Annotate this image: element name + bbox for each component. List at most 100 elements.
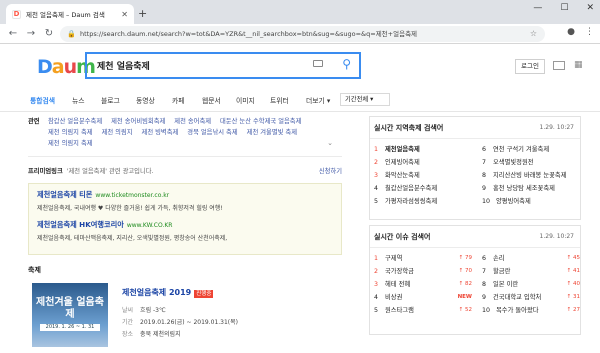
issue-item[interactable]: 6 손리 ↑ 45	[482, 252, 586, 265]
daum-favicon-icon: D	[12, 9, 21, 19]
trend-item[interactable]: 3 화악산눈축제	[374, 169, 478, 182]
related-link[interactable]: 참갑산 얼음분수축제	[48, 118, 102, 125]
issue-item[interactable]: 4 비상권 NEW	[374, 291, 478, 304]
tab-web[interactable]: 웹문서	[202, 95, 221, 105]
festival-poster[interactable]: 제천겨울 얼음축제 2019. 1. 26 ~ 1. 31	[32, 283, 108, 347]
keyboard-icon[interactable]	[313, 60, 323, 67]
trend-item[interactable]: 10 양평빙어축제	[482, 195, 586, 208]
search-tabs: 통합검색 뉴스 블로그 동영상 카페 웹문서 이미지 트위터 더보기 ▾	[0, 87, 600, 112]
poster-date: 2019. 1. 26 ~ 1. 31	[40, 324, 100, 331]
region-title: 실시간 지역축제 검색어	[374, 124, 444, 132]
bookmark-star-icon[interactable]: ☆	[530, 26, 537, 42]
trend-item[interactable]: 1 제천얼음축제	[374, 143, 478, 156]
lock-icon: 🔒	[67, 30, 76, 38]
mail-icon[interactable]	[553, 61, 565, 70]
issue-item[interactable]: 1 구제역 ↑ 79	[374, 252, 478, 265]
powerlink-header: 프리미엄링크 '제천 얼음축제' 관련 광고입니다. 신청하기	[28, 163, 342, 181]
tab-integrated[interactable]: 통합검색	[30, 95, 55, 105]
related-link[interactable]: 제천 의림지 축제	[48, 140, 93, 147]
related-link[interactable]: 제천 빙벽축제	[142, 129, 179, 136]
sidebar: 실시간 지역축제 검색어 1.29. 10:27 1 제천얼음축제 2 인제빙어축제 …	[369, 116, 581, 335]
tab-image[interactable]: 이미지	[236, 95, 255, 105]
issue-item[interactable]: 10 복수가 돌아왔다 ↑ 27	[482, 304, 586, 317]
related-searches: 관련 참갑산 얼음분수축제 제천 송어비빔회축제 제천 송어축제 대둔산 눈산 수학제…	[28, 116, 342, 156]
issue-item[interactable]: 3 헤테 전혜 ↑ 82	[374, 278, 478, 291]
tab-video[interactable]: 동영상	[136, 95, 155, 105]
maximize-icon[interactable]: ☐	[560, 3, 568, 13]
ad-title[interactable]: 제천얼음축제 HK여행코리아	[37, 220, 124, 229]
close-window-icon[interactable]: ✕	[586, 3, 594, 13]
login-button[interactable]: 로그인	[515, 59, 545, 74]
search-input[interactable]: 제천 얼음축제	[97, 59, 150, 72]
main-results: 관련 참갑산 얼음분수축제 제천 송어비빔회축제 제천 송어축제 대둔산 눈산 수학제…	[28, 116, 342, 353]
expand-icon[interactable]: ⌄	[327, 138, 333, 149]
trend-item[interactable]: 9 홍천 낭당탐 세조꽃축제	[482, 182, 586, 195]
tab-blog[interactable]: 블로그	[101, 95, 120, 105]
browser-chrome: D 제천 얼음축제 – Daum 검색 ✕ + — ☐ ✕ ← → ↻ 🔒 ht…	[0, 0, 600, 44]
tab-twitter[interactable]: 트위터	[270, 95, 289, 105]
related-link[interactable]: 대둔산 눈산 수학제국 얼음축제	[220, 118, 301, 125]
ad-title[interactable]: 제천얼음축제 티몬	[37, 190, 92, 199]
ad-domain[interactable]: www.KW.CO.KR	[127, 222, 173, 229]
search-box[interactable]: 제천 얼음축제 ⚲	[85, 52, 361, 79]
issue-title: 실시간 이슈 검색어	[374, 233, 431, 241]
ad-description: 제천얼음축제, 테마산맥음축제, 지리산, 오색빛별정원, 평창송어 산천어축제…	[37, 235, 228, 242]
trend-item[interactable]: 7 오색별빛정원전	[482, 156, 586, 169]
related-link[interactable]: 제천 송어축제	[174, 118, 211, 125]
apply-link[interactable]: 신청하기	[319, 163, 342, 181]
window-controls: — ☐ ✕	[533, 3, 594, 13]
forward-icon[interactable]: →	[22, 28, 40, 39]
issue-item[interactable]: 2 국가장학금 ↑ 70	[374, 265, 478, 278]
ad-description: 제천얼음축제, 국내여행 ♥ 다양한 즐거움! 쉽게 가득, 취향저격 힐링 여…	[37, 205, 223, 212]
related-link[interactable]: 제천 겨울별빛 축제	[247, 129, 297, 136]
toolbar-icons: ● ⋮	[567, 27, 594, 37]
powerlink-label: 프리미엄링크	[28, 168, 63, 175]
trend-item[interactable]: 6 연천 구석기 겨울축제	[482, 143, 586, 156]
related-link[interactable]: 제천 의림지	[102, 129, 133, 136]
divider	[28, 156, 342, 157]
apps-grid-icon[interactable]: ▦	[574, 60, 583, 70]
close-tab-icon[interactable]: ✕	[121, 10, 128, 19]
search-icon[interactable]: ⚲	[342, 57, 351, 71]
festival-row: 장소 충북 제천의림지	[122, 331, 181, 338]
account-icon[interactable]: ●	[567, 27, 575, 37]
tab-cafe[interactable]: 카페	[172, 95, 185, 105]
related-link[interactable]: 경북 얼음낚시 축제	[187, 129, 237, 136]
trend-item[interactable]: 5 가평자라섬씽씽축제	[374, 195, 478, 208]
menu-icon[interactable]: ⋮	[585, 27, 594, 37]
period-select[interactable]: 기간전체 ▾	[340, 93, 390, 106]
festival-row: 기간 2019.01.26(금) ~ 2019.01.31(목)	[122, 319, 238, 326]
url-field[interactable]: 🔒 https://search.daum.net/search?w=tot&D…	[60, 26, 545, 42]
issue-item[interactable]: 7 할금란 ↑ 41	[482, 265, 586, 278]
trend-item[interactable]: 2 인제빙어축제	[374, 156, 478, 169]
trend-item[interactable]: 8 지리산산빙 바래봉 눈꽃축제	[482, 169, 586, 182]
ad-list: 제천얼음축제 티몬 www.ticketmonster.co.kr 제천얼음축제,…	[28, 183, 342, 255]
ad-item: 제천얼음축제 HK여행코리아 www.KW.CO.KR 제천얼음축제, 테마산맥음…	[37, 220, 333, 242]
festival-section-title: 축제	[28, 266, 41, 274]
issue-item[interactable]: 9 건국대학교 입학처 ↑ 31	[482, 291, 586, 304]
ad-item: 제천얼음축제 티몬 www.ticketmonster.co.kr 제천얼음축제,…	[37, 190, 333, 212]
region-list-right: 6 연천 구석기 겨울축제 7 오색별빛정원전 8 지리산산빙 바래봉 눈꽃축제 9홍…	[482, 143, 586, 208]
minimize-icon[interactable]: —	[533, 3, 542, 13]
tab-news[interactable]: 뉴스	[72, 95, 85, 105]
tab-more[interactable]: 더보기 ▾	[306, 95, 330, 105]
browser-tab[interactable]: D 제천 얼음축제 – Daum 검색 ✕	[6, 4, 134, 24]
issue-list-right: 6 손리 ↑ 45 7 할금란 ↑ 41 8 일본 이란 ↑ 40 9 건국대학교 입학처 ↑ …	[482, 252, 586, 317]
festival-card: 제천겨울 얼음축제 2019. 1. 26 ~ 1. 31 제천얼음축제 2019…	[28, 283, 342, 353]
issue-item[interactable]: 8 일본 이란 ↑ 40	[482, 278, 586, 291]
region-trends-box: 실시간 지역축제 검색어 1.29. 10:27 1 제천얼음축제 2 인제빙어축제 …	[369, 116, 581, 220]
related-link[interactable]: 제천 의림지 축제	[48, 129, 93, 136]
issue-list-left: 1 구제역 ↑ 79 2 국가장학금 ↑ 70 3 헤테 전혜 ↑ 82 4 비상권 NEW 5…	[374, 252, 478, 317]
reload-icon[interactable]: ↻	[40, 28, 58, 39]
festival-row: 날씨 흐림 -3℃	[122, 307, 166, 314]
region-list-left: 1 제천얼음축제 2 인제빙어축제 3 화악산눈축제 4 칠갑산얼음분수축제 5 가평자라…	[374, 143, 478, 208]
trend-item[interactable]: 4 칠갑산얼음분수축제	[374, 182, 478, 195]
tab-title: 제천 얼음축제 – Daum 검색	[26, 11, 105, 19]
festival-title[interactable]: 제천얼음축제 2019	[122, 288, 191, 297]
back-icon[interactable]: ←	[4, 28, 22, 39]
new-tab-button[interactable]: +	[138, 7, 147, 20]
issue-trends-box: 실시간 이슈 검색어 1.29. 10:27 1 구제역 ↑ 79 2 국가장학금 ↑ 7…	[369, 225, 581, 335]
issue-item[interactable]: 5 원스타그램 ↑ 52	[374, 304, 478, 317]
related-link[interactable]: 제천 송어비빔회축제	[111, 118, 165, 125]
ad-domain[interactable]: www.ticketmonster.co.kr	[95, 192, 169, 199]
